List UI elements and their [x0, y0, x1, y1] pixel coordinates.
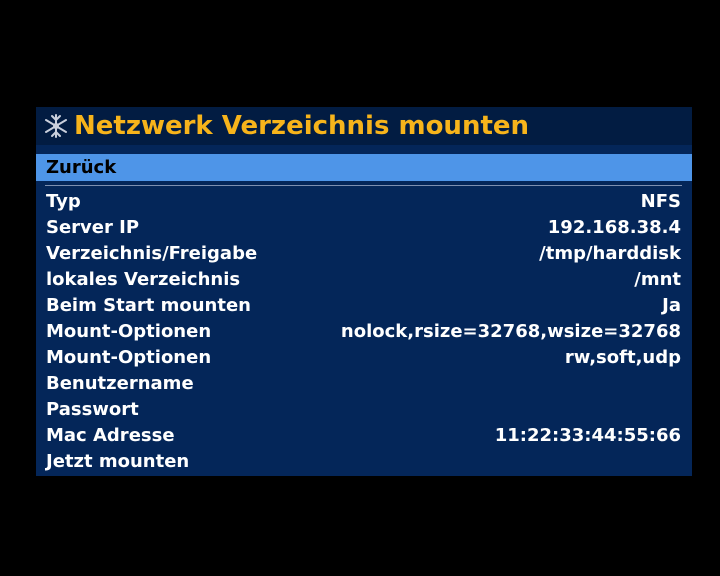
setting-row-mac-address[interactable]: Mac Adresse 11:22:33:44:55:66	[36, 423, 692, 449]
setting-label: Mac Adresse	[46, 425, 175, 446]
setting-label: Typ	[46, 191, 81, 212]
setting-label: Verzeichnis/Freigabe	[46, 243, 258, 264]
setting-label: Benutzername	[46, 373, 194, 394]
setting-row-server-ip[interactable]: Server IP 192.168.38.4	[36, 215, 692, 241]
network-share-icon	[45, 114, 67, 138]
setting-label: Beim Start mounten	[46, 295, 251, 316]
setting-label: Mount-Optionen	[46, 321, 212, 342]
setting-value: /tmp/harddisk	[539, 243, 681, 264]
back-menu-item[interactable]: Zurück	[36, 154, 692, 181]
mount-dialog: Netzwerk Verzeichnis mounten Zurück Typ …	[36, 107, 692, 476]
setting-value: NFS	[640, 191, 681, 212]
setting-label: Server IP	[46, 217, 140, 238]
setting-value: rw,soft,udp	[564, 347, 681, 368]
setting-row-password[interactable]: Passwort	[36, 397, 692, 423]
setting-label: lokales Verzeichnis	[46, 269, 241, 290]
divider	[45, 185, 682, 186]
back-label: Zurück	[46, 157, 117, 178]
mount-now-button[interactable]: Jetzt mounten	[36, 449, 692, 475]
setting-row-mount-options-1[interactable]: Mount-Optionen nolock,rsize=32768,wsize=…	[36, 319, 692, 345]
setting-row-mount-on-start[interactable]: Beim Start mounten Ja	[36, 293, 692, 319]
setting-row-share[interactable]: Verzeichnis/Freigabe /tmp/harddisk	[36, 241, 692, 267]
setting-label: Jetzt mounten	[46, 451, 190, 472]
setting-row-username[interactable]: Benutzername	[36, 371, 692, 397]
setting-row-mount-options-2[interactable]: Mount-Optionen rw,soft,udp	[36, 345, 692, 371]
setting-value: nolock,rsize=32768,wsize=32768	[340, 321, 681, 342]
setting-value: Ja	[662, 295, 681, 316]
setting-value: 192.168.38.4	[547, 217, 681, 238]
setting-value: /mnt	[634, 269, 681, 290]
setting-label: Passwort	[46, 399, 139, 420]
setting-row-type[interactable]: Typ NFS	[36, 189, 692, 215]
page-title: Netzwerk Verzeichnis mounten	[74, 111, 530, 141]
setting-row-local-dir[interactable]: lokales Verzeichnis /mnt	[36, 267, 692, 293]
settings-list: Typ NFS Server IP 192.168.38.4 Verzeichn…	[36, 189, 692, 475]
setting-label: Mount-Optionen	[46, 347, 212, 368]
title-bar: Netzwerk Verzeichnis mounten	[36, 107, 692, 145]
setting-value: 11:22:33:44:55:66	[494, 425, 681, 446]
